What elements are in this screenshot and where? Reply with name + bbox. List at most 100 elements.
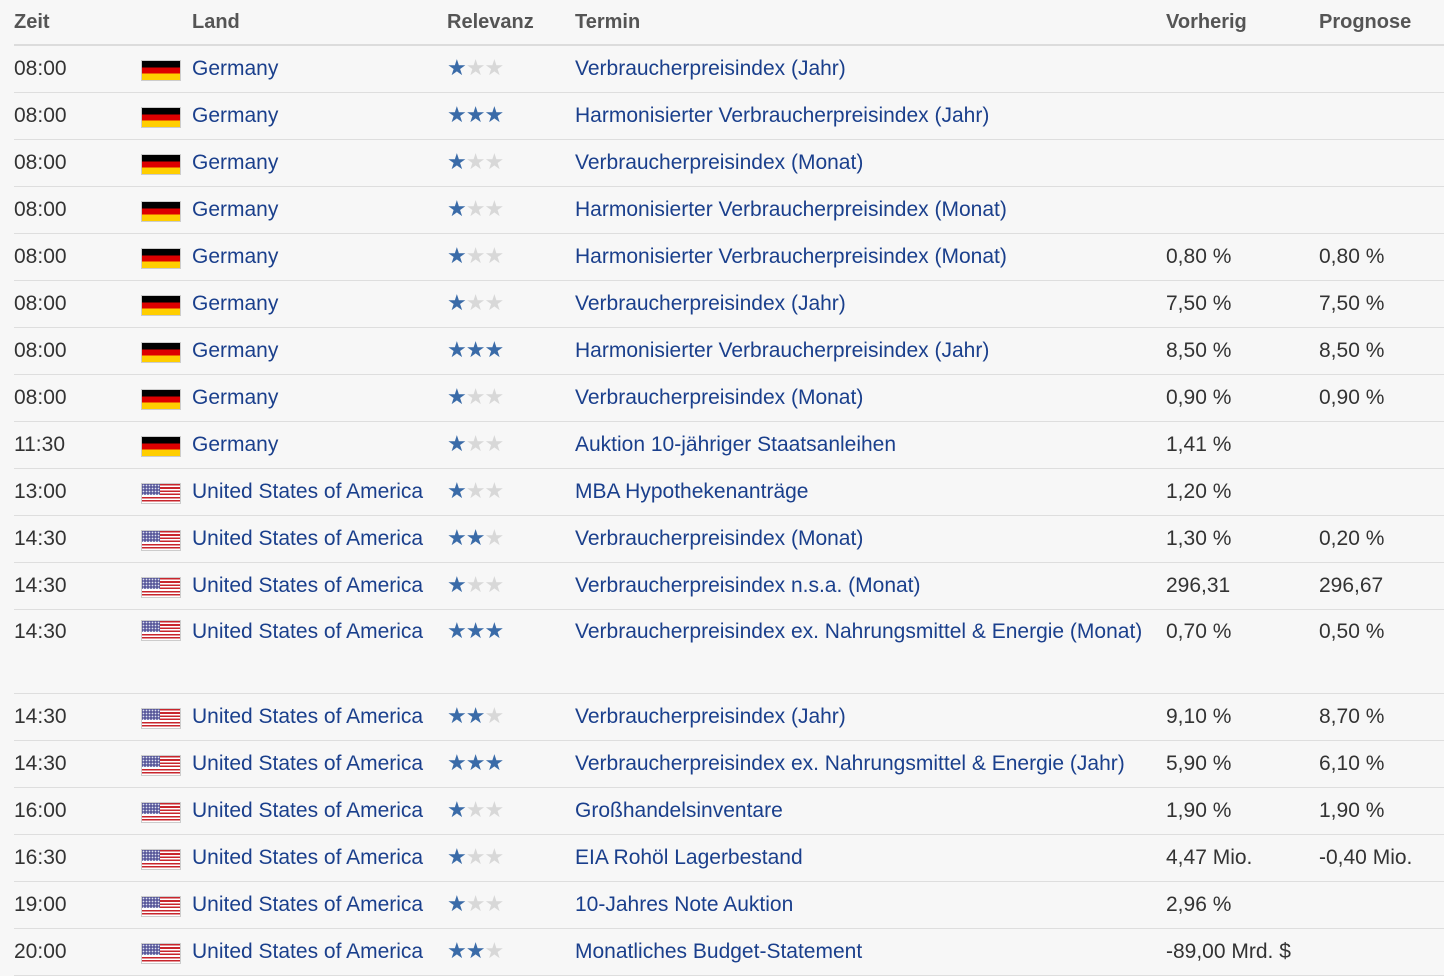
- country-link[interactable]: Germany: [192, 421, 447, 469]
- event-link[interactable]: Harmonisierter Verbraucherpreisindex (Ja…: [575, 327, 1166, 375]
- event-link[interactable]: Verbraucherpreisindex (Jahr): [575, 280, 1166, 328]
- event-link[interactable]: Verbraucherpreisindex (Monat): [575, 139, 1166, 187]
- relevance-stars: ★★★: [447, 243, 504, 268]
- country-link[interactable]: United States of America: [192, 740, 447, 788]
- table-row[interactable]: 16:30 United States of America ★★★ EIA Rohö…: [14, 834, 1444, 882]
- country-link[interactable]: Germany: [192, 92, 447, 140]
- star-icon: ★: [465, 618, 486, 643]
- forecast-value: 6,10 %: [1319, 740, 1444, 788]
- event-link[interactable]: 10-Jahres Note Auktion: [575, 881, 1166, 929]
- header-termin[interactable]: Termin: [575, 0, 1166, 46]
- star-icon: ★: [447, 384, 467, 409]
- star-icon: ★: [484, 478, 504, 503]
- table-row[interactable]: 14:30 United States of America ★★★ Verbrauc…: [14, 609, 1444, 694]
- table-row[interactable]: 14:30 United States of America ★★★ Verbrauc…: [14, 562, 1444, 610]
- star-icon: ★: [447, 891, 467, 916]
- event-time: 16:30: [14, 834, 141, 882]
- header-vorherig[interactable]: Vorherig: [1166, 0, 1319, 46]
- table-row[interactable]: 08:00 Germany ★★★ Harmonisierter Verbrauche…: [14, 186, 1444, 234]
- star-icon: ★: [484, 703, 504, 728]
- event-link[interactable]: Verbraucherpreisindex (Monat): [575, 515, 1166, 563]
- event-link[interactable]: MBA Hypothekenanträge: [575, 468, 1166, 516]
- country-link[interactable]: United States of America: [192, 609, 447, 694]
- previous-value: 5,90 %: [1166, 740, 1319, 788]
- star-icon: ★: [465, 290, 486, 315]
- table-row[interactable]: 08:00 Germany ★★★ Verbraucherpreisindex (Mo…: [14, 139, 1444, 187]
- country-flag-cell: [141, 327, 192, 375]
- table-row[interactable]: 08:00 Germany ★★★ Harmonisierter Verbrauche…: [14, 92, 1444, 140]
- table-row[interactable]: 11:30 Germany ★★★ Auktion 10-jähriger Staat…: [14, 421, 1444, 469]
- event-link[interactable]: Verbraucherpreisindex (Jahr): [575, 45, 1166, 93]
- country-link[interactable]: Germany: [192, 186, 447, 234]
- event-link[interactable]: Großhandelsinventare: [575, 787, 1166, 835]
- star-icon: ★: [465, 797, 486, 822]
- country-link[interactable]: United States of America: [192, 515, 447, 563]
- country-link[interactable]: United States of America: [192, 468, 447, 516]
- country-flag-cell: [141, 233, 192, 281]
- table-row[interactable]: 14:30 United States of America ★★★ Verbrauc…: [14, 693, 1444, 741]
- germany-flag-icon: [141, 59, 181, 81]
- table-row[interactable]: 14:30 United States of America ★★★ Verbrauc…: [14, 515, 1444, 563]
- forecast-value: 0,80 %: [1319, 233, 1444, 281]
- table-row[interactable]: 08:00 Germany ★★★ Verbraucherpreisindex (Ja…: [14, 280, 1444, 328]
- event-link[interactable]: Monatliches Budget-Statement: [575, 928, 1166, 976]
- star-icon: ★: [447, 797, 467, 822]
- header-zeit[interactable]: Zeit: [14, 0, 141, 46]
- forecast-value: [1319, 881, 1444, 929]
- country-link[interactable]: United States of America: [192, 881, 447, 929]
- country-link[interactable]: Germany: [192, 45, 447, 93]
- header-relevanz[interactable]: Relevanz: [447, 0, 575, 46]
- forecast-value: [1319, 92, 1444, 140]
- event-link[interactable]: Verbraucherpreisindex (Monat): [575, 374, 1166, 422]
- usa-flag-icon: [141, 529, 181, 551]
- country-link[interactable]: Germany: [192, 327, 447, 375]
- country-link[interactable]: United States of America: [192, 834, 447, 882]
- table-row[interactable]: 08:00 Germany ★★★ Harmonisierter Verbrauche…: [14, 327, 1444, 375]
- relevance-rating: ★★★: [447, 468, 575, 516]
- event-link[interactable]: Harmonisierter Verbraucherpreisindex (Ja…: [575, 92, 1166, 140]
- event-link[interactable]: Harmonisierter Verbraucherpreisindex (Mo…: [575, 233, 1166, 281]
- event-link[interactable]: Harmonisierter Verbraucherpreisindex (Mo…: [575, 186, 1166, 234]
- table-row[interactable]: 13:00 United States of America ★★★ MBA Hypo…: [14, 468, 1444, 516]
- country-link[interactable]: United States of America: [192, 787, 447, 835]
- star-icon: ★: [447, 844, 467, 869]
- forecast-value: 296,67: [1319, 562, 1444, 610]
- table-row[interactable]: 14:30 United States of America ★★★ Verbrauc…: [14, 740, 1444, 788]
- usa-flag-icon: [141, 942, 181, 964]
- star-icon: ★: [447, 478, 467, 503]
- table-row[interactable]: 08:00 Germany ★★★ Verbraucherpreisindex (Ja…: [14, 45, 1444, 93]
- country-link[interactable]: Germany: [192, 233, 447, 281]
- country-link[interactable]: Germany: [192, 374, 447, 422]
- event-link[interactable]: EIA Rohöl Lagerbestand: [575, 834, 1166, 882]
- table-row[interactable]: 19:00 United States of America ★★★ 10-Jahre…: [14, 881, 1444, 929]
- country-flag-cell: [141, 374, 192, 422]
- previous-value: 1,90 %: [1166, 787, 1319, 835]
- country-link[interactable]: United States of America: [192, 693, 447, 741]
- header-land[interactable]: Land: [192, 0, 447, 46]
- star-icon: ★: [484, 55, 504, 80]
- table-row[interactable]: 20:00 United States of America ★★★ Monatlic…: [14, 928, 1444, 976]
- star-icon: ★: [465, 149, 486, 174]
- event-link[interactable]: Verbraucherpreisindex ex. Nahrungsmittel…: [575, 609, 1166, 694]
- country-flag-cell: [141, 515, 192, 563]
- forecast-value: 8,50 %: [1319, 327, 1444, 375]
- star-icon: ★: [447, 572, 467, 597]
- event-link[interactable]: Verbraucherpreisindex ex. Nahrungsmittel…: [575, 740, 1166, 788]
- star-icon: ★: [465, 525, 486, 550]
- event-link[interactable]: Auktion 10-jähriger Staatsanleihen: [575, 421, 1166, 469]
- event-time: 11:30: [14, 421, 141, 469]
- forecast-value: [1319, 186, 1444, 234]
- country-flag-cell: [141, 92, 192, 140]
- event-time: 14:30: [14, 693, 141, 741]
- event-link[interactable]: Verbraucherpreisindex n.s.a. (Monat): [575, 562, 1166, 610]
- table-row[interactable]: 08:00 Germany ★★★ Verbraucherpreisindex (Mo…: [14, 374, 1444, 422]
- header-prognose[interactable]: Prognose: [1319, 0, 1444, 46]
- germany-flag-icon: [141, 153, 181, 175]
- country-link[interactable]: United States of America: [192, 928, 447, 976]
- event-link[interactable]: Verbraucherpreisindex (Jahr): [575, 693, 1166, 741]
- country-link[interactable]: United States of America: [192, 562, 447, 610]
- table-row[interactable]: 16:00 United States of America ★★★ Großhand…: [14, 787, 1444, 835]
- table-row[interactable]: 08:00 Germany ★★★ Harmonisierter Verbrauche…: [14, 233, 1444, 281]
- country-link[interactable]: Germany: [192, 139, 447, 187]
- country-link[interactable]: Germany: [192, 280, 447, 328]
